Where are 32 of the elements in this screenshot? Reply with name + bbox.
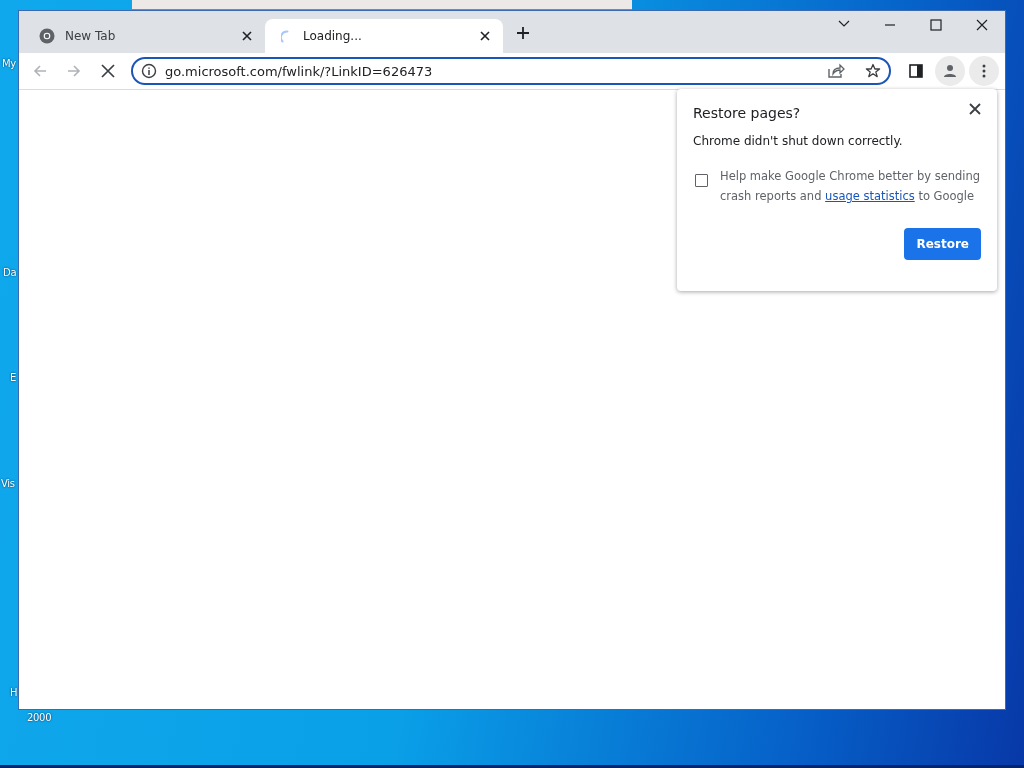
desktop-icon-label[interactable]: H [10,687,18,698]
arrow-right-icon [66,63,82,79]
info-icon [141,63,157,79]
menu-icon [982,64,986,78]
browser-tab[interactable]: Loading... [265,19,503,53]
usage-statistics-link[interactable]: usage statistics [825,189,915,203]
checkbox[interactable] [695,174,708,187]
checkbox-label: Help make Google Chrome better by sending crash reports and usage statistics to Google [720,168,981,205]
desktop-icon-label[interactable]: My [2,58,16,69]
url-text: go.microsoft.com/fwlink/?LinkID=626473 [165,63,434,79]
side-panel-icon [909,64,923,78]
desktop-icon-label[interactable]: Vis [1,478,15,489]
tab-title: Loading... [303,29,363,43]
address-bar[interactable]: go.microsoft.com/fwlink/?LinkID=626473 [131,57,891,85]
chrome-icon [39,28,55,44]
tab-title: New Tab [65,29,117,43]
dialog-title: Restore pages? [693,105,801,121]
restore-button[interactable]: Restore [904,228,981,260]
dialog-message: Chrome didn't shut down correctly. [693,134,904,148]
desktop-icon-label[interactable]: Da [3,267,17,278]
browser-tab[interactable]: New Tab [27,19,265,53]
plus-icon [516,26,530,40]
star-icon[interactable] [865,63,881,79]
share-icon[interactable] [827,63,845,79]
profile-button[interactable] [935,56,965,86]
desktop-icon-label[interactable]: E [10,372,17,383]
spinner-icon [281,29,289,43]
arrow-left-icon [32,63,48,79]
close-icon [101,64,115,78]
desktop-icon-label[interactable]: 2000 [27,712,52,723]
close-icon[interactable] [969,103,981,115]
person-icon [942,63,958,79]
